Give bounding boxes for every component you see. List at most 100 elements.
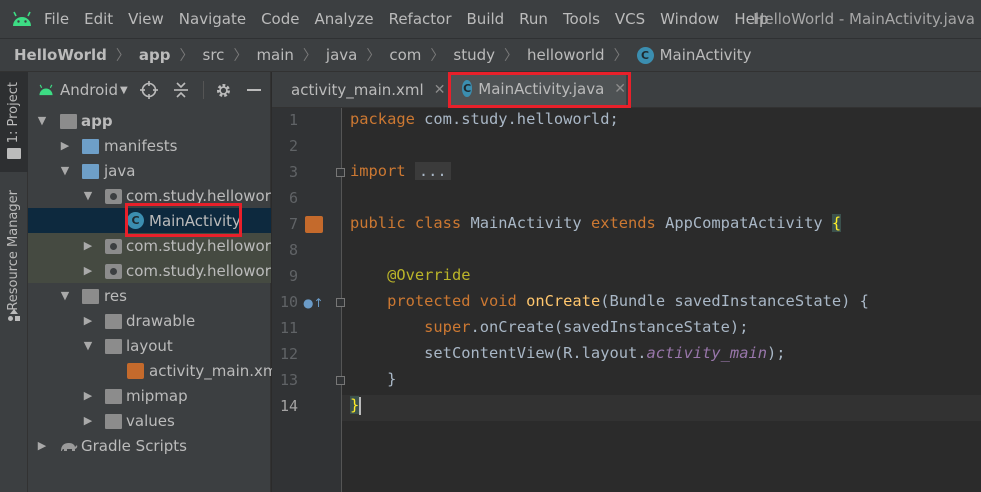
menu-edit[interactable]: Edit [84, 10, 113, 28]
minimize-icon[interactable] [244, 80, 264, 100]
code-token: activity_main [646, 344, 767, 362]
crumb-study[interactable]: study [453, 46, 495, 64]
tree-item-manifests[interactable]: ▶ manifests [28, 133, 271, 158]
code-token: } [350, 396, 360, 414]
menu-run[interactable]: Run [519, 10, 548, 28]
code-line-13: } [350, 370, 396, 388]
chevron-down-icon[interactable]: ▼ [36, 114, 48, 127]
toolbar-divider [203, 81, 204, 99]
tree-item-package-test[interactable]: ▶ com.study.helloworld [28, 258, 285, 283]
code-token: ); [767, 344, 786, 362]
menu-code[interactable]: Code [261, 10, 299, 28]
code-token: MainActivity [461, 214, 591, 232]
crumb-mainactivity[interactable]: MainActivity [660, 46, 752, 64]
chevron-down-icon[interactable]: ▼ [59, 164, 71, 177]
tab-activity-main-xml[interactable]: activity_main.xml ✕ [284, 72, 446, 108]
menu-vcs[interactable]: VCS [615, 10, 645, 28]
chevron-right-icon[interactable]: ▶ [59, 139, 71, 152]
code-token: import [350, 162, 406, 180]
fold-icon[interactable] [336, 168, 345, 177]
chevron-down-icon[interactable]: ▼ [82, 189, 94, 202]
view-mode-select[interactable]: Android [60, 81, 118, 99]
code-token: { [831, 214, 842, 232]
chevron-down-icon[interactable]: ▼ [82, 339, 94, 352]
tree-label: Gradle Scripts [81, 436, 187, 455]
left-tool-strip: 1: Project Resource Manager [0, 72, 28, 492]
chevron-right-icon[interactable]: ▶ [82, 414, 94, 427]
chevron-right-icon[interactable]: ▶ [82, 239, 94, 252]
menu-build[interactable]: Build [467, 10, 505, 28]
class-icon: C [636, 46, 654, 64]
chevron-right-icon: 〉 [179, 48, 194, 64]
line-number: 11 [279, 319, 298, 337]
locate-target-icon[interactable] [139, 80, 159, 100]
folder-icon [105, 414, 122, 429]
package-icon [105, 239, 122, 254]
chevron-right-icon: 〉 [302, 48, 317, 64]
project-tool-button[interactable]: 1: Project [0, 72, 28, 172]
android-view-icon [39, 84, 53, 96]
android-logo-icon [0, 0, 44, 38]
tree-label: manifests [104, 136, 178, 155]
crumb-java[interactable]: java [326, 46, 357, 64]
crumb-com[interactable]: com [389, 46, 421, 64]
override-marker-icon[interactable]: ●↑ [303, 296, 324, 310]
menu-tools[interactable]: Tools [563, 10, 600, 28]
code-editor[interactable]: 1 2 3 6 7 8 9 10 11 12 13 14 ●↑ package … [272, 108, 981, 492]
crumb-project[interactable]: HelloWorld [14, 46, 107, 64]
editor-gutter: 1 2 3 6 7 8 9 10 11 12 13 14 ●↑ [272, 108, 345, 492]
crumb-src[interactable]: src [203, 46, 225, 64]
tree-item-values[interactable]: ▶ values [28, 408, 271, 433]
tree-label: activity_main.xml [149, 361, 282, 380]
crumb-main[interactable]: main [256, 46, 293, 64]
menu-navigate[interactable]: Navigate [179, 10, 246, 28]
tree-item-java[interactable]: ▼ java [28, 158, 271, 183]
menu-window[interactable]: Window [660, 10, 719, 28]
tree-label: app [81, 111, 113, 130]
menu-analyze[interactable]: Analyze [314, 10, 373, 28]
chevron-right-icon[interactable]: ▶ [82, 264, 94, 277]
menu-view[interactable]: View [128, 10, 164, 28]
tree-item-drawable[interactable]: ▶ drawable [28, 308, 271, 333]
tree-label: values [126, 411, 175, 430]
chevron-right-icon[interactable]: ▶ [82, 389, 94, 402]
code-token: package [350, 110, 415, 128]
code-line-14: } [350, 396, 362, 415]
code-line-10: protected void onCreate(Bundle savedInst… [350, 292, 869, 310]
tree-item-layout[interactable]: ▼ layout [28, 333, 271, 358]
code-token: AppCompatActivity [655, 214, 832, 232]
tree-item-gradle-scripts[interactable]: ▶ Gradle Scripts [28, 433, 271, 458]
line-number: 7 [288, 215, 298, 233]
resource-manager-tool-button[interactable]: Resource Manager [6, 190, 21, 311]
fold-icon[interactable] [336, 298, 345, 307]
tree-item-app[interactable]: ▼ app [28, 108, 271, 133]
line-number: 13 [279, 371, 298, 389]
menu-refactor[interactable]: Refactor [389, 10, 452, 28]
gear-icon[interactable] [213, 80, 233, 100]
chevron-right-icon[interactable]: ▶ [82, 314, 94, 327]
chevron-right-icon[interactable]: ▶ [36, 439, 48, 452]
fold-icon[interactable] [336, 376, 345, 385]
tree-label: com.study.helloworld [126, 261, 285, 280]
line-number: 8 [288, 241, 298, 259]
tree-label: mipmap [126, 386, 188, 405]
menu-file[interactable]: File [44, 10, 69, 28]
resource-folder-icon [82, 289, 99, 304]
tree-item-res[interactable]: ▼ res [28, 283, 271, 308]
line-number: 14 [279, 397, 298, 415]
close-icon[interactable]: ✕ [434, 82, 446, 98]
crumb-module[interactable]: app [139, 46, 171, 64]
layout-marker-icon[interactable] [305, 216, 323, 233]
collapse-all-icon[interactable] [171, 80, 191, 100]
tree-item-mipmap[interactable]: ▶ mipmap [28, 383, 271, 408]
code-token: setContentView(R.layout. [424, 344, 647, 362]
folded-imports[interactable]: ... [414, 162, 451, 180]
window-title: HelloWorld - MainActivity.java [753, 10, 975, 28]
chevron-down-icon[interactable]: ▼ [59, 289, 71, 302]
dropdown-arrow-icon[interactable]: ▼ [120, 85, 128, 96]
crumb-helloworld[interactable]: helloworld [527, 46, 605, 64]
code-token: protected void [387, 292, 517, 310]
current-line-highlight [272, 395, 981, 421]
code-token: (Bundle savedInstanceState) { [600, 292, 869, 310]
tree-item-activity-main-xml[interactable]: activity_main.xml [28, 358, 282, 383]
